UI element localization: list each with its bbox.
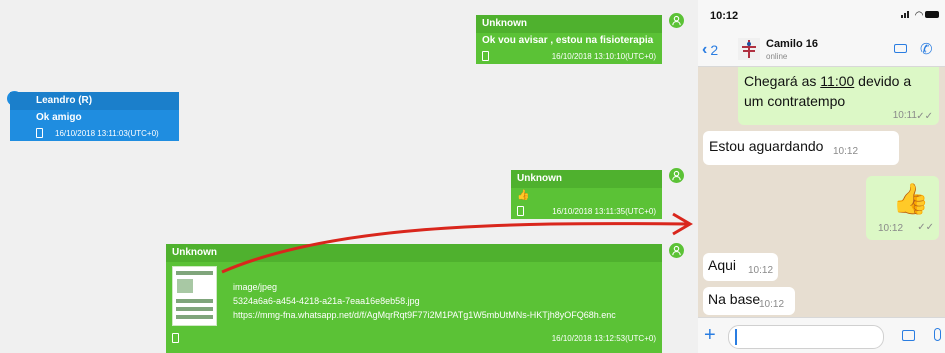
- phone-icon: [36, 128, 43, 138]
- chat-bubble-received: Aqui 10:12: [703, 253, 778, 281]
- message-sender: Unknown: [166, 244, 662, 262]
- bubble-time: 10:12: [878, 223, 904, 234]
- attachment-url[interactable]: https://mmg-fna.whatsapp.net/d/f/AgMqrRq…: [233, 308, 616, 322]
- message-timestamp: 16/10/2018 13:11:35(UTC+0): [552, 206, 656, 216]
- battery-icon: [925, 11, 939, 18]
- message-timestamp: 16/10/2018 13:10:10(UTC+0): [551, 51, 656, 61]
- contact-avatar-icon: [669, 168, 684, 183]
- chat-bubble-received: Estou aguardando 10:12: [703, 131, 899, 165]
- read-ticks-icon: ✓✓: [916, 111, 933, 122]
- message-sender: Leandro (R): [10, 92, 179, 110]
- bubble-text: Estou aguardando: [709, 138, 824, 154]
- bubble-time: 10:12: [748, 265, 774, 276]
- thumbs-up-icon: 👍: [892, 183, 930, 216]
- time-link[interactable]: 11:00: [820, 73, 854, 89]
- report-message: Unknown 👍 16/10/2018 13:11:35(UTC+0): [511, 170, 662, 219]
- phone-icon: [517, 206, 524, 216]
- contact-status: online: [766, 52, 788, 61]
- image-thumbnail[interactable]: [172, 266, 217, 326]
- message-text: Ok vou avisar , estou na fisioterapia: [482, 35, 654, 46]
- bubble-text: Aqui: [708, 257, 737, 273]
- read-ticks-icon: ✓✓: [917, 222, 934, 233]
- phone-icon: [482, 51, 489, 61]
- phone-call-icon[interactable]: ✆: [920, 40, 933, 58]
- plus-icon[interactable]: +: [704, 324, 716, 347]
- report-message: Unknown Ok vou avisar , estou na fisiote…: [476, 15, 662, 64]
- bubble-time: 10:12: [833, 146, 859, 157]
- camera-icon[interactable]: [902, 330, 915, 341]
- bubble-text: Chegará as: [744, 73, 821, 89]
- bubble-text: Na base: [708, 291, 761, 307]
- bubble-time: 10:12: [759, 299, 785, 310]
- contact-name[interactable]: Camilo 16: [766, 38, 818, 50]
- back-button[interactable]: ‹ 2: [702, 41, 718, 59]
- status-time: 10:12: [710, 10, 739, 22]
- attachment-mime: image/jpeg: [233, 282, 278, 292]
- contact-avatar-icon: [669, 13, 684, 28]
- video-call-icon[interactable]: [894, 44, 907, 53]
- message-timestamp: 16/10/2018 13:12:53(UTC+0): [551, 333, 656, 343]
- attachment-filename: 5324a6a6-a454-4218-a21a-7eaa16e8eb58.jpg: [233, 296, 420, 306]
- bubble-time: 10:11: [892, 110, 917, 121]
- message-sender: Unknown: [476, 15, 662, 33]
- phone-icon: [172, 333, 179, 343]
- unread-count: 2: [710, 42, 719, 58]
- message-input-bar: +: [698, 317, 945, 353]
- chevron-left-icon: ‹: [702, 41, 708, 58]
- message-timestamp: 16/10/2018 13:11:03(UTC+0): [55, 128, 159, 138]
- report-message: Unknown image/jpeg 5324a6a6-a454-4218-a2…: [166, 244, 662, 353]
- contact-avatar-icon[interactable]: [738, 38, 760, 60]
- chat-bubble-sent: 👍 10:12 ✓✓: [866, 176, 939, 240]
- text-caret: [735, 329, 737, 345]
- message-sender: Unknown: [511, 170, 662, 188]
- contact-avatar-icon: [669, 243, 684, 258]
- wifi-icon: ◠: [915, 10, 923, 21]
- report-message: Leandro (R) Ok amigo 16/10/2018 13:11:03…: [10, 92, 179, 141]
- chat-header: ‹ 2 Camilo 16 online ✆: [698, 30, 945, 67]
- chat-report-panel: Unknown Ok vou avisar , estou na fisiote…: [0, 0, 698, 353]
- signal-icon: [901, 11, 909, 18]
- message-text: Ok amigo: [36, 112, 82, 123]
- microphone-icon[interactable]: [934, 328, 941, 341]
- status-bar: 10:12 ◠: [698, 0, 945, 30]
- chat-bubble-received: Na base 10:12: [703, 287, 795, 315]
- chat-bubble-sent: Chegará as 11:00 devido a um contratempo…: [738, 67, 939, 125]
- message-input[interactable]: [728, 325, 884, 349]
- phone-screenshot: 10:12 ◠ ‹ 2 Camilo 16 online ✆ Chegará a…: [698, 0, 945, 353]
- message-emoji: 👍: [517, 190, 530, 201]
